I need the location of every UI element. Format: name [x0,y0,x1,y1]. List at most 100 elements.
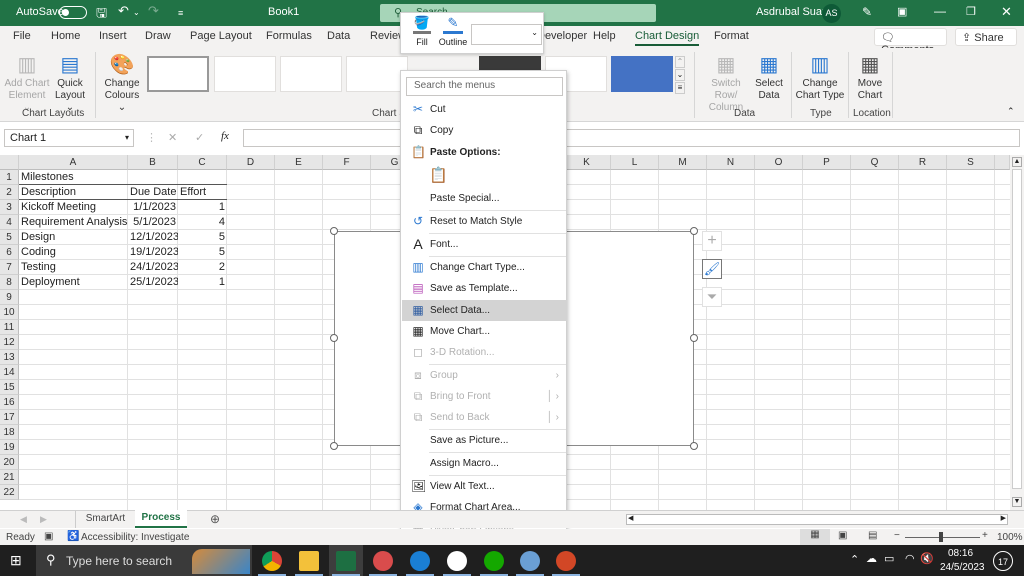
col-header-c[interactable]: C [178,155,227,170]
row-header[interactable]: 9 [0,290,19,305]
menu-item-view-alt-text[interactable]: 🖼 View Alt Text... [402,476,567,497]
tab-insert[interactable]: Insert [99,30,127,42]
styles-more[interactable]: ≡ [675,82,685,94]
share-button[interactable]: ⇪ Share ⌄ [955,28,1017,55]
powerpoint-icon[interactable] [556,551,576,571]
fill-button[interactable]: 🪣 Fill [407,15,437,47]
add-sheet-icon[interactable]: ⊕ [210,512,220,526]
col-header-q[interactable]: Q [851,155,899,170]
chart-elements-button[interactable]: + [702,231,722,251]
user-avatar[interactable]: AS [822,4,841,23]
chart-style-8[interactable] [611,56,673,92]
cancel-icon[interactable]: ✕ [168,131,177,144]
resize-handle-br[interactable] [690,442,698,450]
macro-record-icon[interactable]: ▣ [44,531,53,542]
cell-a6[interactable]: Coding [19,245,128,260]
chrome-icon[interactable] [262,551,282,571]
scroll-up-icon[interactable]: ▲ [1012,157,1022,167]
minimize-icon[interactable]: — [934,4,946,18]
row-header[interactable]: 14 [0,365,19,380]
select-all[interactable] [0,155,19,170]
row-header[interactable]: 2 [0,185,19,200]
windows-start-icon[interactable]: ⊞ [10,552,22,569]
prev-sheet-icon[interactable]: ◀ [20,514,27,525]
chart-style-1[interactable] [147,56,209,92]
zoom-in-icon[interactable]: + [982,530,988,541]
show-hidden-icons[interactable]: ⌃ [850,553,859,566]
clock-date[interactable]: 24/5/2023 [940,562,985,573]
col-header-e[interactable]: E [275,155,323,170]
cell-c4[interactable]: 4 [178,215,227,230]
col-header-n[interactable]: N [707,155,755,170]
resize-handle-ml[interactable] [330,334,338,342]
row-header[interactable]: 13 [0,350,19,365]
chart-styles-button[interactable]: 🖌 [702,259,722,279]
row-header[interactable]: 22 [0,485,19,500]
page-break-view-icon[interactable]: ▤ [868,530,877,541]
notifications-button[interactable]: 17 [993,551,1013,571]
save-icon[interactable]: 🖫 [96,4,107,26]
switch-row-column-button[interactable]: ▦ Switch Row/ Column [700,52,752,114]
tab-data[interactable]: Data [327,30,350,42]
col-header-o[interactable]: O [755,155,803,170]
menu-item-save-as-picture[interactable]: Save as Picture... [402,430,567,451]
row-header[interactable]: 8 [0,275,19,290]
slack-icon[interactable] [447,551,467,571]
styles-scroll-up[interactable]: ⌃ [675,56,685,68]
close-icon[interactable]: ✕ [1001,4,1012,20]
scroll-right-icon[interactable]: ▶ [1001,514,1006,522]
paint-icon[interactable] [520,551,540,571]
col-header-p[interactable]: P [803,155,851,170]
paste-keep-formatting-button[interactable]: 📋 [429,166,448,186]
undo-icon[interactable]: ↶ [118,3,129,19]
vertical-scrollbar[interactable]: ▲ ▼ [1010,155,1024,510]
menu-item-move-chart[interactable]: ▦ Move Chart... [402,321,567,342]
row-header[interactable]: 11 [0,320,19,335]
battery-icon[interactable]: ▭ [884,552,894,565]
scroll-down-icon[interactable]: ▼ [1012,497,1022,507]
menu-item-paste-special[interactable]: Paste Special... [402,188,567,209]
cell-a3[interactable]: Kickoff Meeting [19,200,128,215]
cell-a7[interactable]: Testing [19,260,128,275]
scroll-thumb[interactable] [1012,169,1022,489]
row-header[interactable]: 20 [0,455,19,470]
tab-format[interactable]: Format [714,30,749,42]
row-header[interactable]: 6 [0,245,19,260]
name-box[interactable]: Chart 1 ▾ [4,129,134,147]
cell-b4[interactable]: 5/1/2023 [128,215,178,230]
col-header-l[interactable]: L [611,155,659,170]
menu-item-cut[interactable]: ✂ Cut [402,99,567,120]
move-chart-button[interactable]: ▦ Move Chart [852,52,888,102]
row-header[interactable]: 21 [0,470,19,485]
select-data-button[interactable]: ▦ Select Data [754,52,784,102]
scroll-left-icon[interactable]: ◀ [628,514,633,522]
restore-icon[interactable]: ❐ [966,5,976,18]
chart-style-4[interactable] [346,56,408,92]
horizontal-scrollbar[interactable]: ◀ ▶ [626,514,1008,525]
customize-qat-icon[interactable]: ≡ [178,8,183,18]
col-header-a[interactable]: A [19,155,128,170]
wifi-icon[interactable]: ◠ [905,552,915,565]
next-sheet-icon[interactable]: ▶ [40,514,47,525]
row-header[interactable]: 3 [0,200,19,215]
col-header-m[interactable]: M [659,155,707,170]
comments-button[interactable]: 🗨 Comments [874,28,947,56]
cell-a2[interactable]: Description [19,185,128,200]
menu-item-reset-match-style[interactable]: ↺ Reset to Match Style [402,211,567,232]
page-layout-view-icon[interactable]: ▣ [838,530,847,541]
resize-handle-mr[interactable] [690,334,698,342]
tab-help[interactable]: Help [593,30,616,42]
resize-handle-tl[interactable] [330,227,338,235]
col-header-t[interactable] [995,155,1010,170]
cell-c8[interactable]: 1 [178,275,227,290]
col-header-k[interactable]: K [563,155,611,170]
styles-scroll-down[interactable]: ⌄ [675,69,685,81]
sheet-tab-smartart[interactable]: SmartArt [75,511,135,528]
add-chart-element-button[interactable]: ▥ Add Chart Element ⌄ [4,52,50,114]
row-header[interactable]: 15 [0,380,19,395]
upwork-icon[interactable] [484,551,504,571]
chart-style-2[interactable] [214,56,276,92]
menu-item-save-as-template[interactable]: ▤ Save as Template... [402,278,567,299]
resize-handle-tr[interactable] [690,227,698,235]
volume-muted-icon[interactable]: 🔇 [920,552,934,565]
